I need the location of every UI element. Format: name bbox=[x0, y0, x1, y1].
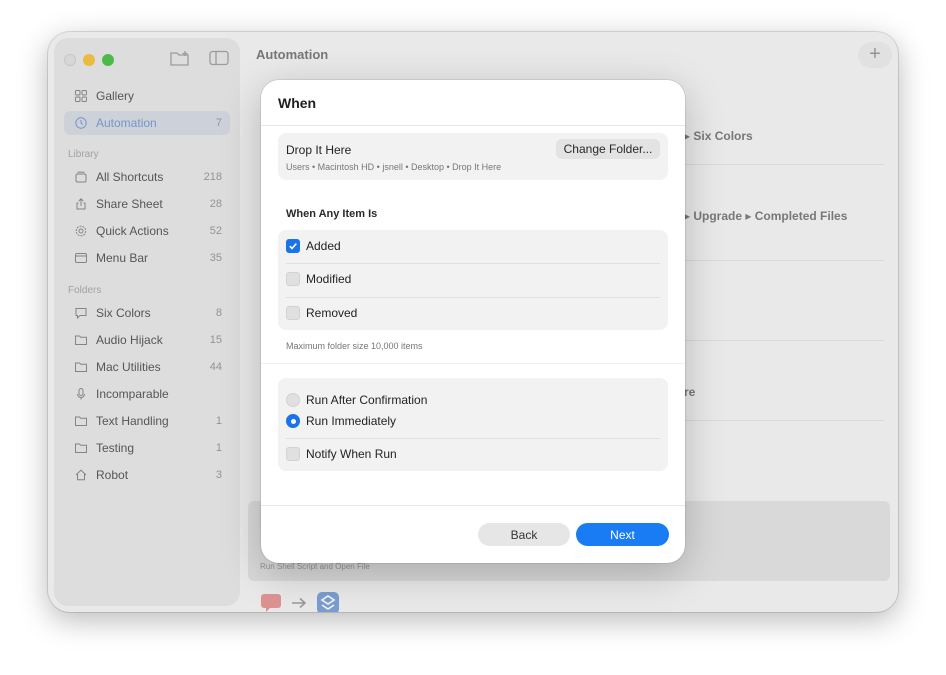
checkmark-icon bbox=[289, 243, 297, 250]
run-after-confirmation-radio[interactable] bbox=[286, 393, 300, 407]
section-divider bbox=[261, 363, 685, 364]
folder-path: Users • Macintosh HD • jsnell • Desktop … bbox=[286, 162, 502, 172]
dialog-footer-divider bbox=[261, 505, 685, 506]
option-label: Run Immediately bbox=[306, 414, 397, 428]
when-dialog: When Drop It Here Users • Macintosh HD •… bbox=[261, 80, 685, 563]
dialog-title: When bbox=[278, 95, 317, 111]
when-any-item-is-heading: When Any Item Is bbox=[286, 208, 378, 220]
option-label: Modified bbox=[306, 272, 352, 286]
run-options-group: Run After Confirmation Run Immediately N… bbox=[278, 378, 668, 471]
folder-size-note: Maximum folder size 10,000 items bbox=[286, 341, 423, 351]
run-immediately-radio[interactable] bbox=[286, 414, 300, 428]
item-event-options-group: Added Modified Removed bbox=[278, 230, 668, 330]
option-label: Run After Confirmation bbox=[306, 393, 428, 407]
option-label: Added bbox=[306, 239, 341, 253]
option-modified[interactable]: Modified bbox=[286, 272, 351, 286]
option-added[interactable]: Added bbox=[286, 239, 341, 253]
change-folder-button[interactable]: Change Folder... bbox=[556, 139, 660, 159]
option-removed[interactable]: Removed bbox=[286, 306, 357, 320]
back-button[interactable]: Back bbox=[478, 523, 570, 546]
option-label: Removed bbox=[306, 306, 358, 320]
option-divider bbox=[286, 438, 660, 439]
notify-when-run-checkbox[interactable] bbox=[286, 447, 300, 461]
modified-checkbox[interactable] bbox=[286, 272, 300, 286]
dialog-header-divider bbox=[261, 125, 685, 126]
folder-group: Drop It Here Users • Macintosh HD • jsne… bbox=[278, 133, 668, 180]
added-checkbox[interactable] bbox=[286, 239, 300, 253]
option-notify-when-run[interactable]: Notify When Run bbox=[286, 447, 397, 461]
option-divider bbox=[286, 297, 660, 298]
removed-checkbox[interactable] bbox=[286, 306, 300, 320]
option-divider bbox=[286, 263, 660, 264]
option-run-after-confirmation[interactable]: Run After Confirmation bbox=[286, 393, 427, 407]
next-button[interactable]: Next bbox=[576, 523, 669, 546]
option-label: Notify When Run bbox=[306, 447, 397, 461]
folder-name: Drop It Here bbox=[286, 143, 352, 157]
option-run-immediately[interactable]: Run Immediately bbox=[286, 414, 396, 428]
